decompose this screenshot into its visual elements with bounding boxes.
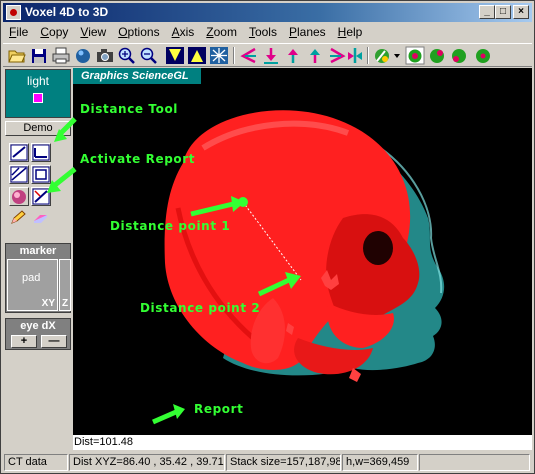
eye-dx-label: eye dX — [20, 320, 56, 332]
sphere-icon[interactable] — [73, 46, 93, 65]
green-sphere-2-icon[interactable] — [427, 46, 447, 65]
menu-view[interactable]: View — [74, 24, 112, 41]
maximize-button[interactable]: □ — [495, 5, 511, 19]
status-hw: h,w=369,459 — [342, 454, 418, 471]
rotate-up-2-icon[interactable] — [305, 46, 325, 65]
annotation-distance-point-1: Distance point 1 — [110, 219, 231, 233]
toolbar-separator — [367, 47, 369, 64]
app-icon[interactable] — [6, 5, 21, 20]
print-icon[interactable] — [51, 46, 71, 65]
status-empty — [419, 454, 530, 471]
camera-icon[interactable] — [95, 46, 115, 65]
green-sphere-icon[interactable] — [405, 46, 425, 65]
green-sphere-3-icon[interactable] — [449, 46, 469, 65]
light-label: light — [26, 74, 49, 88]
menu-tools[interactable]: Tools — [243, 24, 283, 41]
pad-xy-label: XY — [41, 298, 55, 309]
status-distance-xyz: Dist XYZ=86.40 , 35.42 , 39.71 — [69, 454, 225, 471]
marker-panel: marker pad XY Z — [5, 243, 71, 313]
z-label: Z — [62, 298, 69, 309]
xy-pad[interactable]: pad XY — [7, 259, 58, 311]
rotate-left-icon[interactable] — [239, 46, 259, 65]
toolbar-separator — [233, 47, 235, 64]
report-sphere-icon — [12, 190, 26, 204]
pad-label: pad — [22, 272, 41, 284]
report-output: Dist=101.48 — [73, 435, 532, 450]
rotate-up-icon[interactable] — [283, 46, 303, 65]
app-window: Voxel 4D to 3D _ □ × File Copy View Opti… — [0, 0, 535, 474]
annotation-report: Report — [194, 402, 244, 416]
annotation-distance-tool: Distance Tool — [80, 102, 179, 116]
pencil-icon — [11, 210, 26, 224]
pencil-tool-button[interactable] — [9, 209, 29, 228]
menu-copy[interactable]: Copy — [34, 24, 74, 41]
color-pen-icon[interactable] — [372, 46, 392, 65]
zoom-out-icon[interactable] — [139, 46, 159, 65]
annotation-activate-report: Activate Report — [80, 152, 196, 166]
chevron-down-icon[interactable] — [393, 52, 401, 60]
z-slider[interactable]: Z — [59, 259, 71, 311]
menu-options[interactable]: Options — [112, 24, 165, 41]
menu-file[interactable]: File — [3, 24, 34, 41]
zoom-in-icon[interactable] — [117, 46, 137, 65]
status-data-type: CT data — [4, 454, 68, 471]
starburst-icon[interactable] — [209, 46, 229, 65]
eraser-icon — [34, 215, 47, 223]
menu-bar: File Copy View Options Axis Zoom Tools P… — [3, 23, 532, 42]
graphics-label: Graphics ScienceGL — [73, 68, 201, 84]
status-bar: CT data Dist XYZ=86.40 , 35.42 , 39.71 S… — [3, 453, 532, 472]
flip-icon[interactable] — [345, 46, 365, 65]
slice-tool-button[interactable] — [9, 165, 29, 184]
eye-minus-button[interactable]: — — [41, 335, 67, 348]
skull-render[interactable] — [73, 68, 532, 435]
toolbar — [3, 43, 532, 67]
light-color-swatch[interactable] — [33, 93, 43, 103]
annotation-arrows — [47, 117, 77, 193]
marker-label: marker — [19, 245, 57, 257]
rotate-down-icon[interactable] — [261, 46, 281, 65]
close-button[interactable]: × — [513, 5, 529, 19]
menu-planes[interactable]: Planes — [283, 24, 332, 41]
rotate-right-icon[interactable] — [327, 46, 347, 65]
annotation-distance-point-2: Distance point 2 — [140, 301, 261, 315]
status-stack-size: Stack size=157,187,98 — [226, 454, 341, 471]
eraser-tool-button[interactable] — [31, 209, 51, 228]
slice-icon — [10, 166, 28, 183]
3d-viewport[interactable]: Graphics ScienceGL Distance Tool Activat… — [73, 68, 532, 435]
window-title: Voxel 4D to 3D — [25, 5, 109, 19]
green-sphere-4-icon[interactable] — [473, 46, 493, 65]
light-beam-icon[interactable] — [165, 46, 185, 65]
save-icon[interactable] — [29, 46, 49, 65]
eye-dx-panel: eye dX + — — [5, 318, 71, 350]
activate-report-button[interactable] — [9, 187, 29, 206]
menu-help[interactable]: Help — [332, 24, 369, 41]
grid-icon — [10, 144, 28, 161]
light-beam-2-icon[interactable] — [187, 46, 207, 65]
eye-plus-button[interactable]: + — [11, 335, 37, 348]
title-bar[interactable]: Voxel 4D to 3D _ □ × — [3, 3, 532, 22]
grid-tool-button[interactable] — [9, 143, 29, 162]
minimize-button[interactable]: _ — [479, 5, 495, 19]
menu-zoom[interactable]: Zoom — [200, 24, 243, 41]
menu-axis[interactable]: Axis — [166, 24, 201, 41]
open-folder-icon[interactable] — [7, 46, 27, 65]
